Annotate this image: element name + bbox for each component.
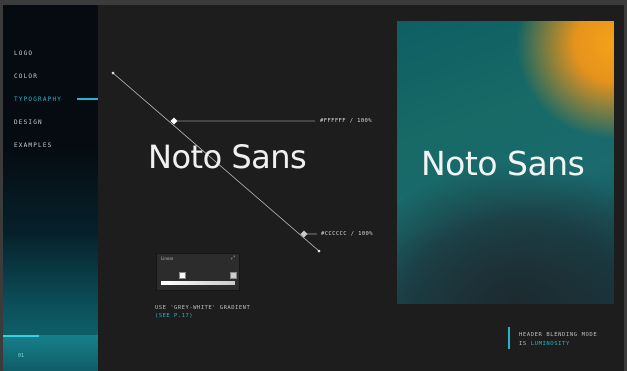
presentation-slide: LOGO COLOR TYPOGRAPHY DESIGN EXAMPLES 01…: [3, 5, 624, 371]
gradient-preview-strip: [161, 281, 235, 285]
stop-top-label: #FFFFFF / 100%: [320, 118, 372, 124]
expand-icon[interactable]: ⤢: [231, 255, 235, 261]
blending-mode-value: LUMINOSITY: [530, 341, 570, 347]
font-sample-on-gradient: Noto Sans: [421, 144, 585, 183]
blending-mode-text: HEADER BLENDING MODE IS LUMINOSITY: [519, 331, 597, 349]
gradient-end-dot: [317, 249, 321, 253]
gradient-note: USE 'GREY-WHITE' GRADIENT (SEE P.17): [155, 304, 250, 320]
gradient-editor-panel[interactable]: Linear ⤢: [156, 253, 240, 291]
stop-bottom-label: #CCCCCC / 100%: [321, 231, 373, 237]
gradient-stop-grey[interactable]: [230, 272, 237, 279]
blending-mode-line1: HEADER BLENDING MODE: [519, 332, 598, 338]
note-accent-bar: [508, 327, 510, 349]
blending-mode-line2: IS LUMINOSITY: [519, 340, 597, 349]
gradient-start-dot: [111, 71, 115, 75]
gradient-note-text: USE 'GREY-WHITE' GRADIENT: [155, 305, 251, 311]
gradient-type-label: Linear: [161, 256, 174, 261]
gradient-note-link[interactable]: (SEE P.17): [155, 312, 250, 320]
gradient-stop-white[interactable]: [179, 272, 186, 279]
stop-bottom-handle[interactable]: [300, 230, 308, 238]
font-sample-plain: Noto Sans: [148, 138, 307, 176]
blending-mode-prefix: IS: [519, 341, 527, 347]
